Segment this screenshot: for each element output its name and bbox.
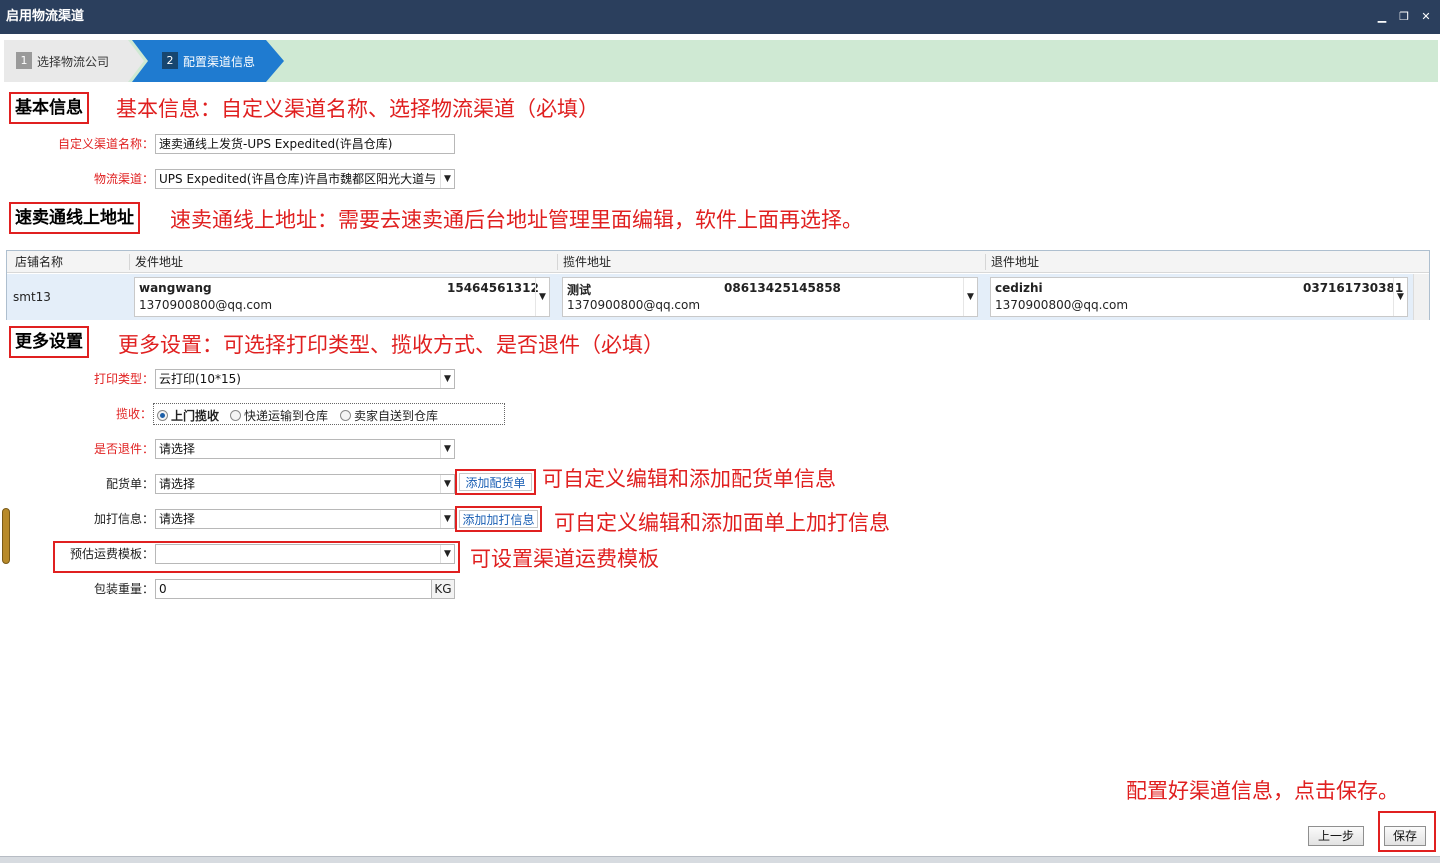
pickup-address-select[interactable]: 测试 08613425145858 1370900800@qq.com ▼ bbox=[562, 277, 978, 317]
pickup-name: 测试 bbox=[567, 283, 592, 297]
side-resize-handle[interactable] bbox=[2, 508, 10, 564]
table-row[interactable]: smt13 wangwang 15464561312 1370900800@qq… bbox=[7, 274, 1413, 320]
channel-name-label: 自定义渠道名称： bbox=[57, 137, 154, 151]
annotation-basic: 基本信息：自定义渠道名称、选择物流渠道（必填） bbox=[116, 97, 599, 121]
extra-print-label: 加打信息： bbox=[93, 512, 154, 526]
dialog-window: 启用物流渠道 ▁ ❐ ✕ 1 选择物流公司 2 配置渠道信息 基本信息 基本信息… bbox=[0, 0, 1440, 863]
return-name: cedizhi bbox=[995, 281, 1043, 295]
extra-print-select[interactable]: 请选择 ▼ bbox=[155, 509, 455, 529]
close-icon[interactable]: ✕ bbox=[1420, 11, 1432, 23]
chevron-down-icon[interactable]: ▼ bbox=[440, 440, 454, 458]
restore-icon[interactable]: ❐ bbox=[1398, 11, 1410, 23]
add-packing-list-button[interactable]: 添加配货单 bbox=[455, 469, 536, 495]
annotation-packing: 可自定义编辑和添加配货单信息 bbox=[542, 467, 836, 491]
column-divider bbox=[985, 254, 986, 270]
logistics-channel-select[interactable]: UPS Expedited(许昌仓库)许昌市魏都区阳光大道与 ▼ bbox=[155, 169, 455, 189]
column-sender: 发件地址 bbox=[135, 255, 184, 269]
pickup-method-label: 揽收： bbox=[115, 407, 152, 421]
previous-button[interactable]: 上一步 bbox=[1308, 826, 1364, 846]
radio-door-pickup[interactable]: 上门揽收 bbox=[157, 407, 219, 424]
address-table: 店铺名称 发件地址 揽件地址 退件地址 smt13 wangwang 15464… bbox=[6, 250, 1430, 320]
step-label: 选择物流公司 bbox=[37, 55, 110, 69]
add-packing-list-label: 添加配货单 bbox=[459, 473, 532, 491]
section-heading-address: 速卖通线上地址 bbox=[9, 202, 140, 234]
window-controls: ▁ ❐ ✕ bbox=[1376, 0, 1432, 34]
logistics-channel-value: UPS Expedited(许昌仓库)许昌市魏都区阳光大道与 bbox=[159, 172, 437, 186]
chevron-down-icon[interactable]: ▼ bbox=[440, 545, 454, 563]
package-weight-label: 包装重量： bbox=[93, 582, 154, 596]
add-extra-print-button[interactable]: 添加加打信息 bbox=[455, 506, 542, 532]
add-extra-print-label: 添加加打信息 bbox=[459, 510, 538, 528]
print-type-label: 打印类型： bbox=[93, 372, 154, 386]
step-number: 2 bbox=[162, 52, 178, 69]
chevron-down-icon[interactable]: ▼ bbox=[440, 170, 454, 188]
bottom-strip bbox=[0, 856, 1440, 863]
chevron-down-icon[interactable]: ▼ bbox=[1393, 278, 1407, 316]
radio-label: 卖家自送到仓库 bbox=[354, 409, 439, 423]
packing-list-select[interactable]: 请选择 ▼ bbox=[155, 474, 455, 494]
radio-unchecked-icon bbox=[340, 410, 351, 421]
print-type-value: 云打印(10*15) bbox=[159, 372, 241, 386]
return-email: 1370900800@qq.com bbox=[995, 298, 1129, 312]
chevron-down-icon[interactable]: ▼ bbox=[440, 510, 454, 528]
annotation-address: 速卖通线上地址：需要去速卖通后台地址管理里面编辑，软件上面再选择。 bbox=[170, 208, 863, 232]
column-return: 退件地址 bbox=[991, 255, 1040, 269]
return-option-label: 是否退件： bbox=[93, 442, 154, 456]
freight-template-select[interactable]: ▼ bbox=[155, 544, 455, 564]
column-divider bbox=[129, 254, 130, 270]
chevron-down-icon[interactable]: ▼ bbox=[535, 278, 549, 316]
annotation-more: 更多设置：可选择打印类型、揽收方式、是否退件（必填） bbox=[118, 333, 664, 357]
column-store: 店铺名称 bbox=[15, 255, 64, 269]
sender-phone: 15464561312 bbox=[447, 281, 539, 295]
step-config-channel[interactable]: 2 配置渠道信息 bbox=[132, 40, 284, 82]
step-bar: 1 选择物流公司 2 配置渠道信息 bbox=[4, 40, 1438, 82]
package-weight-input[interactable]: 0 bbox=[155, 579, 432, 599]
sender-name: wangwang bbox=[139, 281, 212, 295]
save-button[interactable]: 保存 bbox=[1384, 826, 1426, 846]
print-type-select[interactable]: 云打印(10*15) ▼ bbox=[155, 369, 455, 389]
chevron-down-icon[interactable]: ▼ bbox=[440, 370, 454, 388]
packing-list-value: 请选择 bbox=[159, 477, 196, 491]
minimize-icon[interactable]: ▁ bbox=[1376, 11, 1388, 23]
step-number: 1 bbox=[16, 52, 32, 69]
store-name: smt13 bbox=[13, 290, 51, 304]
radio-seller-self-delivery[interactable]: 卖家自送到仓库 bbox=[340, 407, 438, 424]
channel-name-input[interactable]: 速卖通线上发货-UPS Expedited(许昌仓库) bbox=[155, 134, 455, 154]
freight-template-label: 预估运费模板： bbox=[69, 547, 154, 561]
section-heading-more: 更多设置 bbox=[9, 326, 89, 358]
annotation-footer: 配置好渠道信息，点击保存。 bbox=[1126, 779, 1399, 803]
section-heading-basic: 基本信息 bbox=[9, 92, 89, 124]
pickup-method-group: 上门揽收 快递运输到仓库 卖家自送到仓库 bbox=[153, 403, 505, 425]
chevron-down-icon[interactable]: ▼ bbox=[963, 278, 977, 316]
radio-checked-icon bbox=[157, 410, 168, 421]
annotation-extra: 可自定义编辑和添加面单上加打信息 bbox=[554, 511, 890, 535]
annotation-freight: 可设置渠道运费模板 bbox=[470, 547, 659, 571]
window-title: 启用物流渠道 bbox=[6, 9, 85, 24]
weight-unit: KG bbox=[431, 579, 455, 599]
pickup-email: 1370900800@qq.com bbox=[567, 298, 701, 312]
column-pickup: 揽件地址 bbox=[563, 255, 612, 269]
step-select-company[interactable]: 1 选择物流公司 bbox=[4, 40, 144, 82]
table-scrollbar[interactable] bbox=[1413, 274, 1429, 320]
packing-list-label: 配货单： bbox=[105, 477, 154, 491]
sender-address-select[interactable]: wangwang 15464561312 1370900800@qq.com ▼ bbox=[134, 277, 550, 317]
step-label: 配置渠道信息 bbox=[183, 55, 256, 69]
return-phone: 037161730381 bbox=[1303, 281, 1404, 295]
radio-unchecked-icon bbox=[230, 410, 241, 421]
extra-print-value: 请选择 bbox=[159, 512, 196, 526]
return-option-select[interactable]: 请选择 ▼ bbox=[155, 439, 455, 459]
radio-label: 上门揽收 bbox=[171, 409, 220, 423]
radio-express-to-warehouse[interactable]: 快递运输到仓库 bbox=[230, 407, 328, 424]
logistics-channel-label: 物流渠道： bbox=[93, 172, 154, 186]
pickup-phone: 08613425145858 bbox=[724, 281, 841, 295]
return-address-select[interactable]: cedizhi 037161730381 1370900800@qq.com ▼ bbox=[990, 277, 1408, 317]
column-divider bbox=[557, 254, 558, 270]
return-option-value: 请选择 bbox=[159, 442, 196, 456]
table-header: 店铺名称 发件地址 揽件地址 退件地址 bbox=[7, 251, 1429, 273]
chevron-down-icon[interactable]: ▼ bbox=[440, 475, 454, 493]
sender-email: 1370900800@qq.com bbox=[139, 298, 273, 312]
radio-label: 快递运输到仓库 bbox=[244, 409, 329, 423]
title-bar: 启用物流渠道 ▁ ❐ ✕ bbox=[0, 0, 1440, 34]
